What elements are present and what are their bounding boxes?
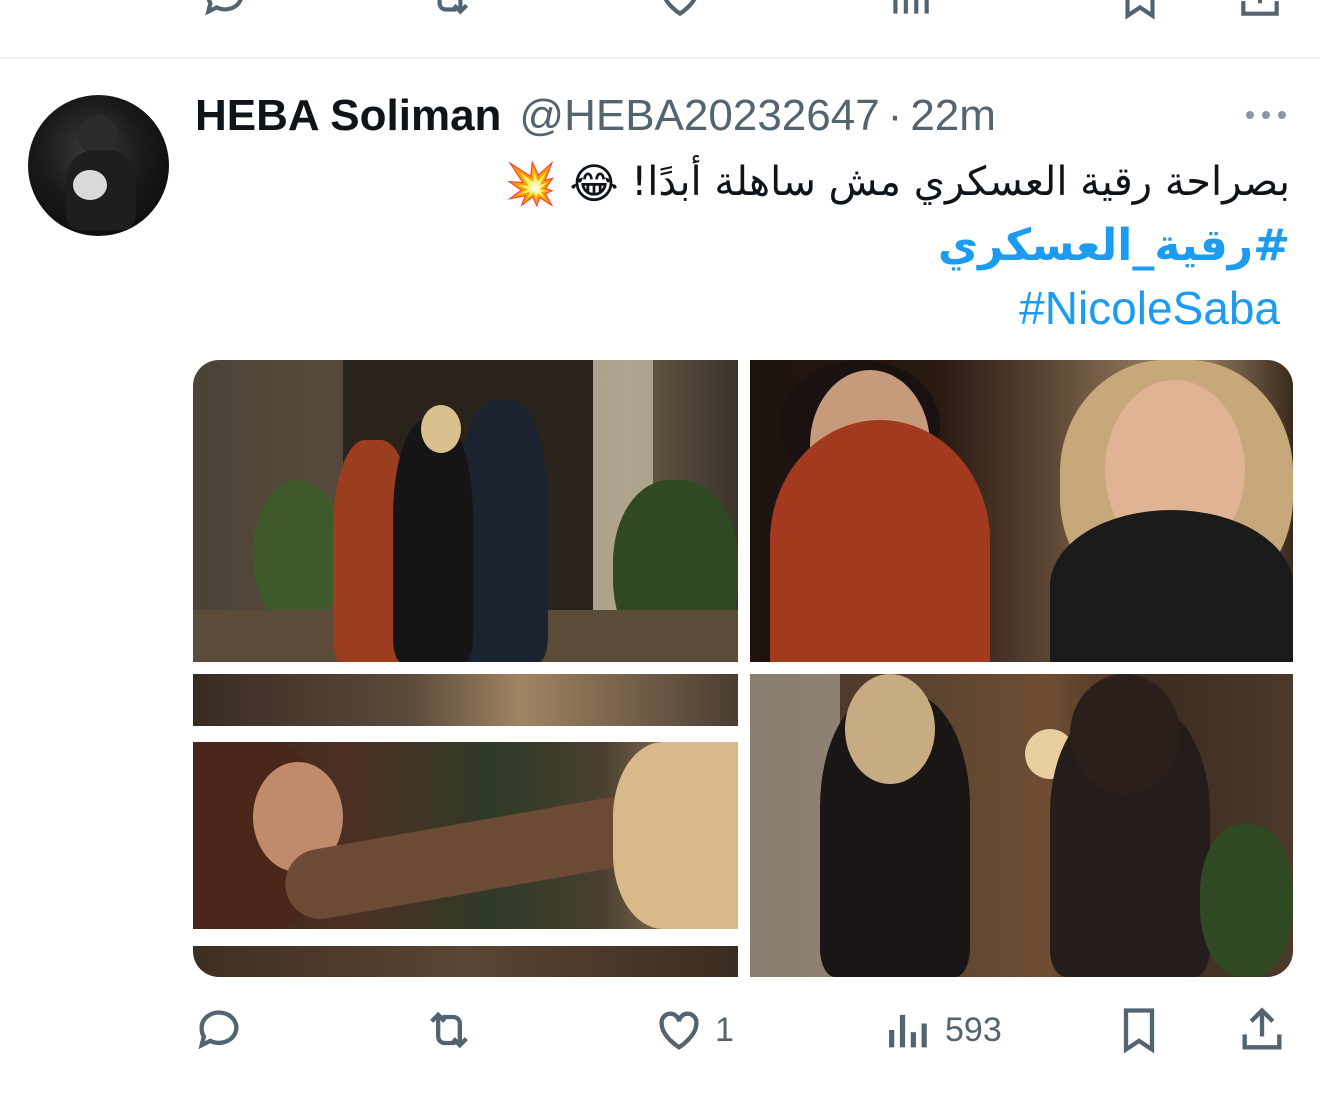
previous-like-button[interactable] — [655, 0, 705, 22]
previous-bookmark-button[interactable] — [1115, 0, 1165, 22]
avatar[interactable] — [28, 95, 169, 236]
tweet-timestamp[interactable]: 22m — [910, 91, 996, 141]
previous-retweet-button[interactable] — [425, 0, 475, 22]
retweet-arrows-icon — [430, 1011, 468, 1049]
bar-chart-icon — [889, 1014, 927, 1048]
previous-tweet-action-bar — [0, 0, 1320, 30]
share-upload-icon — [1241, 0, 1279, 16]
views-button[interactable]: 593 — [883, 995, 1002, 1065]
heart-icon — [659, 1011, 699, 1050]
heart-icon — [663, 0, 697, 17]
like-button[interactable]: 1 — [653, 995, 734, 1065]
header-separator: · — [887, 91, 903, 140]
ellipsis-icon — [1246, 111, 1254, 119]
media-image-3[interactable] — [193, 674, 738, 977]
reply-button[interactable] — [193, 995, 255, 1065]
avatar-figure — [78, 115, 118, 155]
retweet-arrows-icon — [437, 0, 469, 15]
avatar-face — [73, 170, 107, 200]
bookmark-icon — [1123, 1008, 1155, 1054]
image-head — [845, 674, 935, 784]
image-head — [421, 405, 461, 453]
previous-reply-button[interactable] — [200, 0, 250, 22]
image-person — [770, 420, 990, 662]
image-person — [393, 420, 473, 662]
previous-share-button[interactable] — [1235, 0, 1285, 22]
speech-bubble-icon — [198, 1010, 239, 1050]
share-upload-icon — [1242, 1007, 1282, 1050]
image-plant — [1200, 824, 1293, 977]
laughing-emoji: 😂 — [569, 159, 619, 208]
image-strip-top — [193, 674, 738, 726]
tweet-header: HEBA Soliman @HEBA20232647 · 22m — [195, 90, 996, 142]
collision-emoji: 💥 — [504, 159, 557, 208]
image-hair — [613, 742, 738, 929]
speech-bubble-icon — [205, 0, 243, 16]
media-grid — [193, 360, 1293, 977]
bookmark-icon — [1125, 0, 1155, 20]
media-image-1[interactable] — [193, 360, 738, 662]
image-strip-bottom — [193, 946, 738, 977]
image-plant — [253, 480, 343, 630]
tweet-action-bar: 1 593 — [0, 995, 1320, 1065]
image-head — [1070, 674, 1180, 794]
share-button[interactable] — [1236, 995, 1288, 1065]
author-handle[interactable]: @HEBA20232647 — [519, 91, 879, 141]
media-image-4[interactable] — [750, 674, 1293, 977]
like-count: 1 — [715, 1010, 734, 1049]
hashtag-arabic[interactable]: #رقية_العسكري — [938, 218, 1290, 274]
tweet-text: بصراحة رقية العسكري مش ساهلة أبدًا! 😂 💥 — [240, 150, 1290, 216]
retweet-button[interactable] — [423, 995, 485, 1065]
ellipsis-dot — [1262, 111, 1270, 119]
media-image-2[interactable] — [750, 360, 1293, 662]
hashtag-nicolesaba[interactable]: #NicoleSaba — [1019, 280, 1280, 336]
views-count: 593 — [945, 1010, 1002, 1049]
bar-chart-icon — [893, 0, 929, 14]
image-strip-middle — [193, 742, 738, 929]
image-person — [1050, 510, 1293, 662]
more-options-button[interactable] — [1240, 100, 1292, 130]
author-name[interactable]: HEBA Soliman — [195, 91, 501, 141]
tweet-divider — [0, 57, 1320, 59]
bookmark-button[interactable] — [1113, 995, 1165, 1065]
previous-views-button[interactable] — [885, 0, 935, 22]
ellipsis-dot — [1278, 111, 1286, 119]
tweet-body: بصراحة رقية العسكري مش ساهلة أبدًا! — [631, 159, 1290, 205]
